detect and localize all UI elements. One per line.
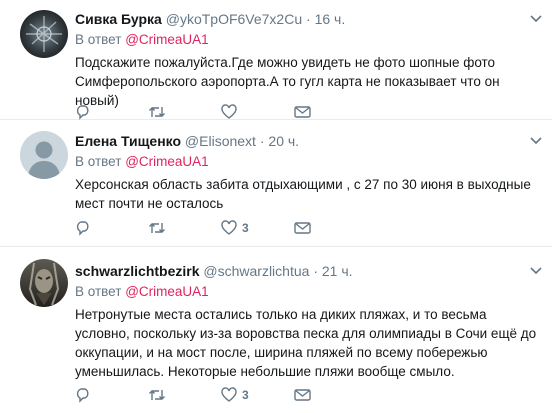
separator-dot: · bbox=[306, 11, 311, 27]
reply-icon bbox=[75, 220, 91, 236]
tweet-actions bbox=[75, 102, 324, 122]
chevron-down-icon[interactable] bbox=[530, 264, 542, 278]
tweet[interactable]: schwarzlichtbezirk @schwarzlichtua · 21 … bbox=[0, 247, 552, 413]
user-handle[interactable]: @ykoTpOF6Ve7x2Cu bbox=[166, 11, 302, 27]
reply-mention-link[interactable]: @CrimeaUA1 bbox=[125, 154, 208, 169]
tweet-text: Херсонская область забита отдыхающими , … bbox=[75, 177, 531, 211]
separator-dot: · bbox=[259, 133, 265, 149]
user-handle[interactable]: @Elisonext bbox=[185, 133, 256, 149]
retweet-icon bbox=[148, 387, 166, 403]
reply-prefix: В ответ bbox=[75, 284, 122, 299]
reply-icon bbox=[75, 104, 91, 120]
reply-context: В ответ @CrimeaUA1 bbox=[75, 283, 542, 301]
avatar[interactable] bbox=[20, 131, 68, 179]
retweet-button[interactable] bbox=[148, 220, 221, 236]
tweet[interactable]: Елена Тищенко @Elisonext · 20 ч. В ответ… bbox=[0, 120, 552, 247]
user-handle[interactable]: @schwarzlichtua bbox=[203, 263, 309, 279]
display-name[interactable]: schwarzlichtbezirk bbox=[75, 263, 200, 279]
retweet-button[interactable] bbox=[148, 387, 221, 403]
like-button[interactable] bbox=[221, 104, 294, 120]
heart-icon bbox=[221, 220, 237, 236]
tweet-text: Нетронутые места остались только на дики… bbox=[75, 307, 537, 379]
envelope-icon bbox=[294, 221, 311, 235]
heart-icon bbox=[221, 104, 237, 120]
reply-context: В ответ @CrimeaUA1 bbox=[75, 31, 542, 49]
retweet-button[interactable] bbox=[148, 104, 221, 120]
like-count: 3 bbox=[242, 388, 249, 402]
envelope-icon bbox=[294, 388, 311, 402]
like-count: 3 bbox=[242, 221, 249, 235]
display-name[interactable]: Елена Тищенко bbox=[75, 133, 181, 149]
avatar[interactable] bbox=[20, 259, 68, 307]
avatar[interactable] bbox=[20, 10, 68, 58]
tweet[interactable]: Сивка Бурка @ykoTpOF6Ve7x2Cu · 16 ч. В о… bbox=[0, 0, 552, 120]
chevron-down-icon[interactable] bbox=[530, 134, 542, 148]
chevron-down-icon[interactable] bbox=[530, 12, 542, 26]
separator-dot: · bbox=[313, 263, 318, 279]
like-button[interactable]: 3 bbox=[221, 387, 294, 403]
timestamp[interactable]: 16 ч. bbox=[315, 11, 346, 27]
tweet-header: Сивка Бурка @ykoTpOF6Ve7x2Cu · 16 ч. bbox=[75, 10, 542, 28]
timestamp[interactable]: 20 ч. bbox=[268, 133, 299, 149]
reply-mention-link[interactable]: @CrimeaUA1 bbox=[125, 32, 208, 47]
like-button[interactable]: 3 bbox=[221, 220, 294, 236]
reply-mention-link[interactable]: @CrimeaUA1 bbox=[125, 284, 208, 299]
direct-message-button[interactable] bbox=[294, 388, 324, 402]
display-name[interactable]: Сивка Бурка bbox=[75, 11, 162, 27]
reply-prefix: В ответ bbox=[75, 154, 122, 169]
reply-button[interactable] bbox=[75, 220, 148, 236]
heart-icon bbox=[221, 387, 237, 403]
tweet-header: schwarzlichtbezirk @schwarzlichtua · 21 … bbox=[75, 262, 542, 280]
envelope-icon bbox=[294, 105, 311, 119]
tweet-actions: 3 bbox=[75, 385, 324, 405]
reply-prefix: В ответ bbox=[75, 32, 122, 47]
direct-message-button[interactable] bbox=[294, 105, 324, 119]
direct-message-button[interactable] bbox=[294, 221, 324, 235]
reply-button[interactable] bbox=[75, 104, 148, 120]
reply-button[interactable] bbox=[75, 387, 148, 403]
reply-icon bbox=[75, 387, 91, 403]
tweet-header: Елена Тищенко @Elisonext · 20 ч. bbox=[75, 132, 542, 150]
timestamp[interactable]: 21 ч. bbox=[322, 263, 353, 279]
retweet-icon bbox=[148, 104, 166, 120]
retweet-icon bbox=[148, 220, 166, 236]
tweet-actions: 3 bbox=[75, 218, 324, 238]
reply-context: В ответ @CrimeaUA1 bbox=[75, 153, 542, 171]
